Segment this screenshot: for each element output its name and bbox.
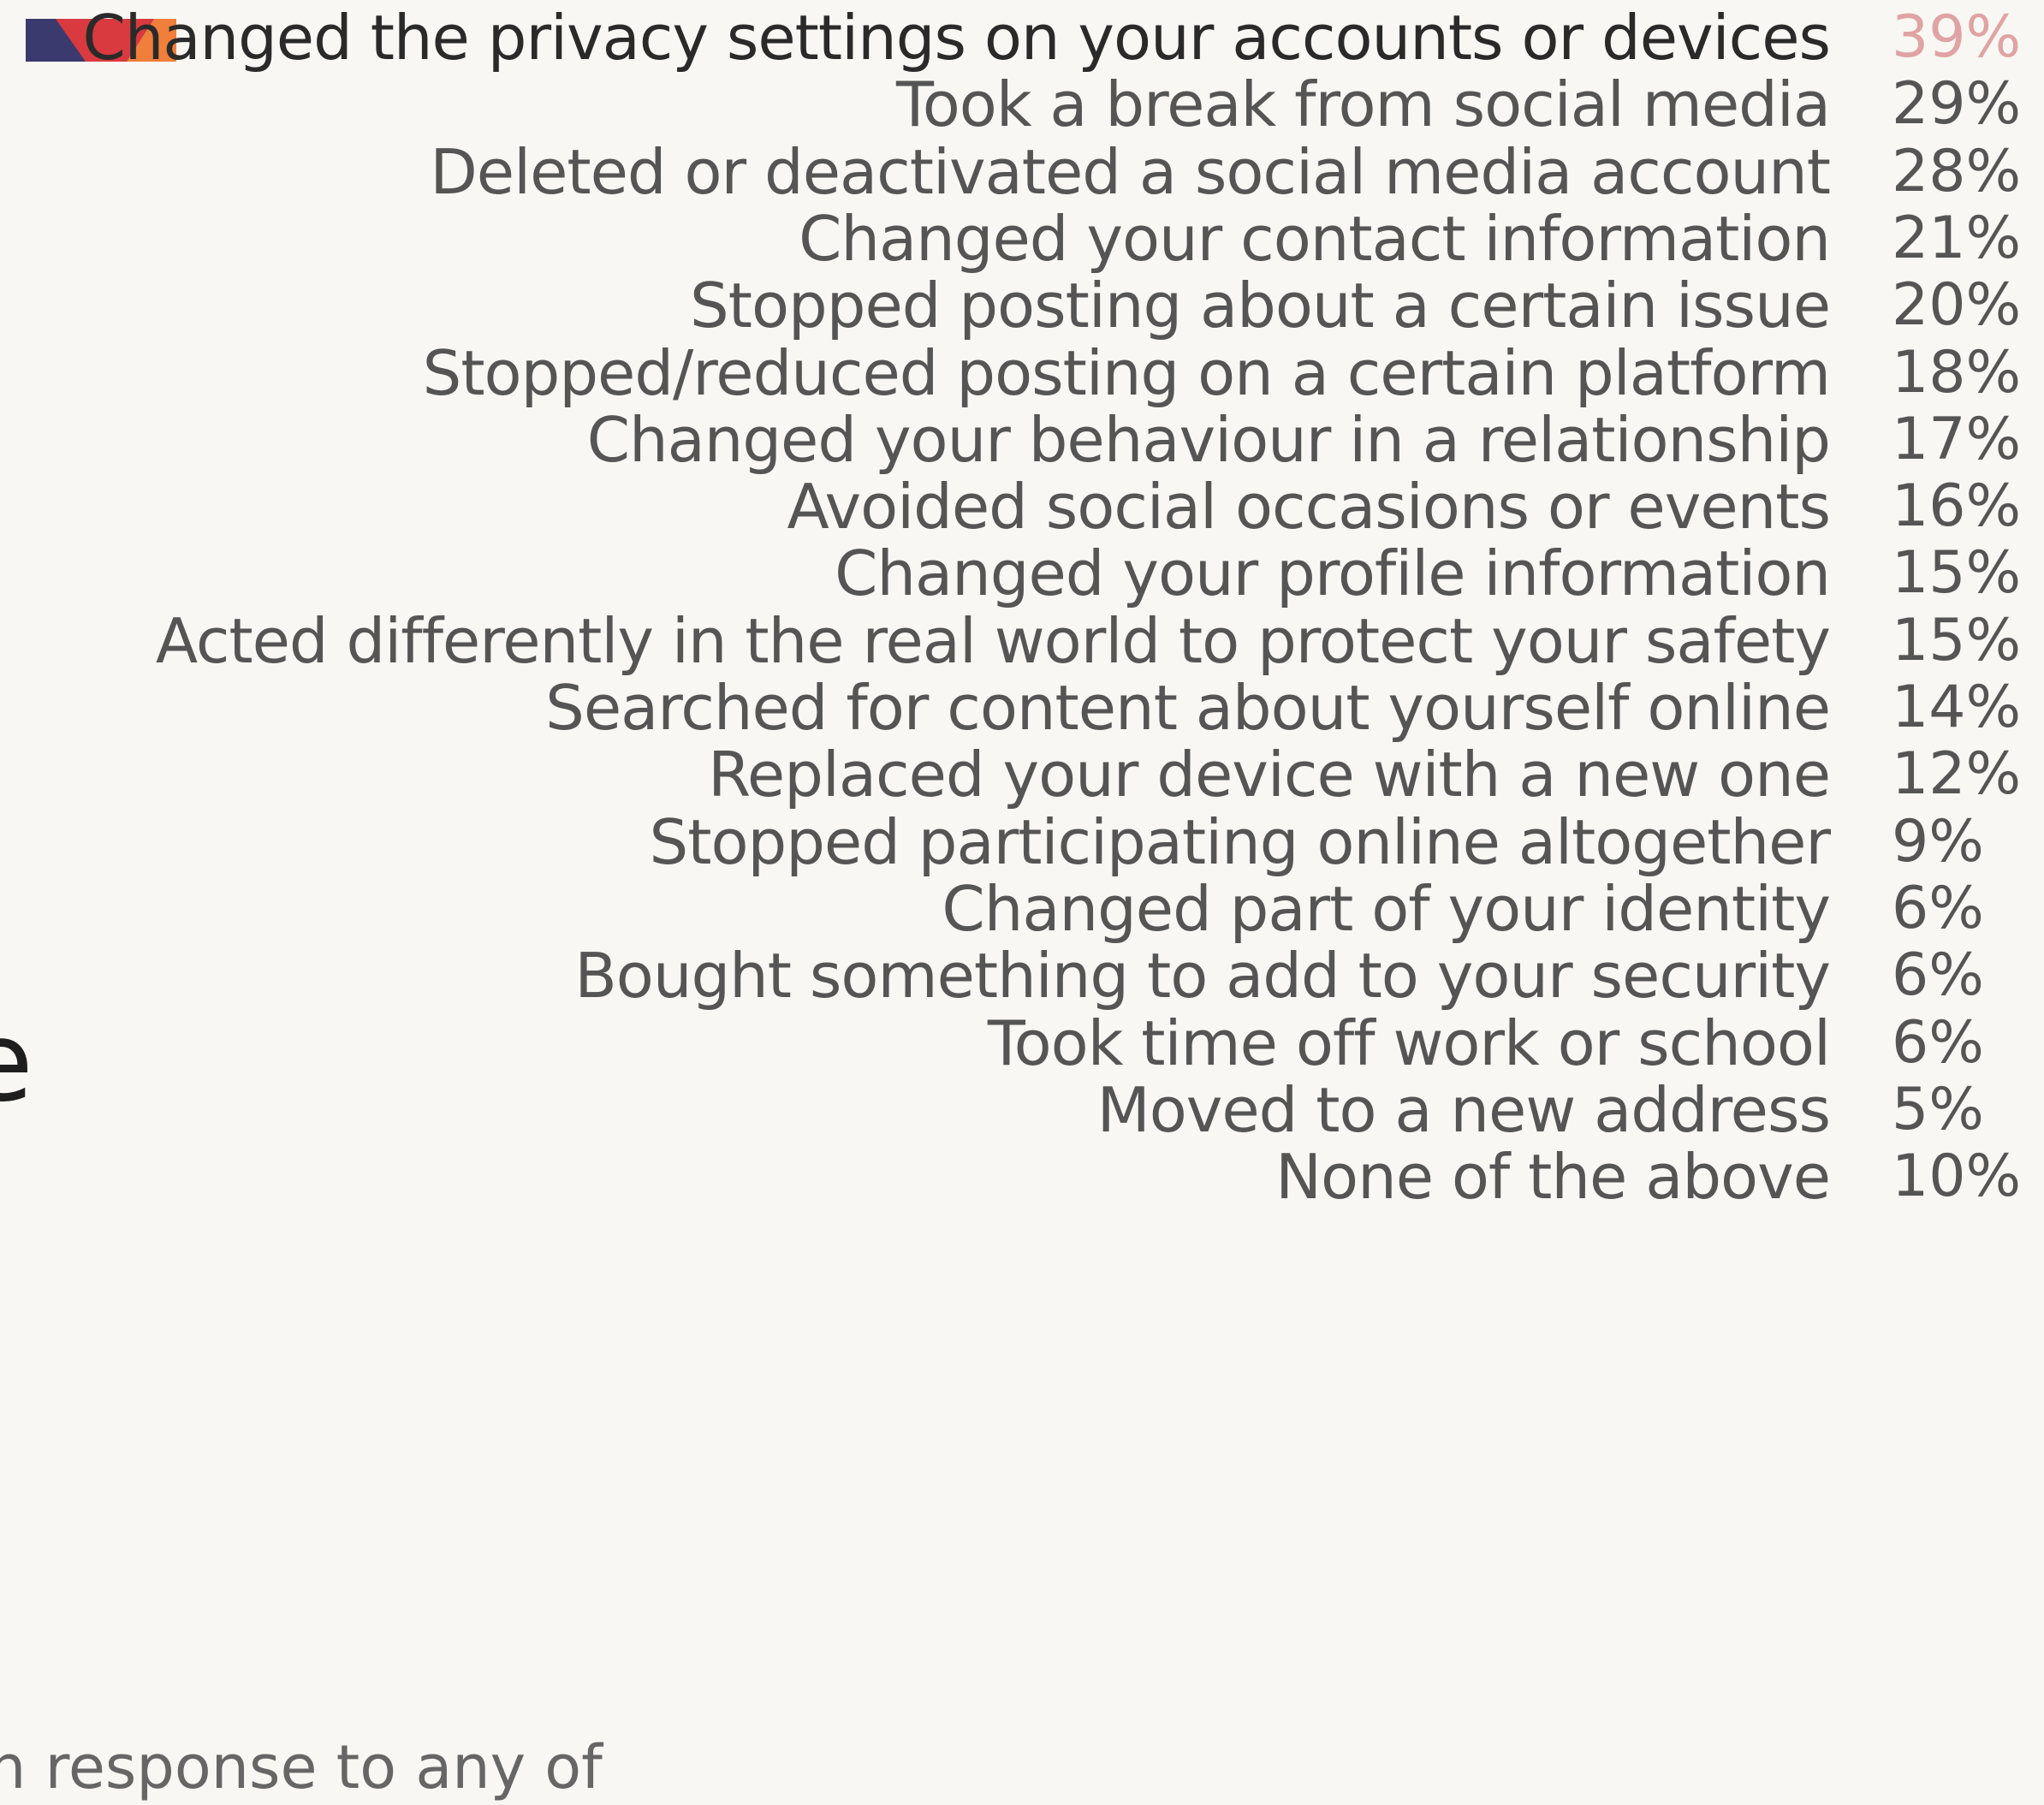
data-label: 5% [1892, 1075, 1984, 1143]
data-label: 21% [1892, 204, 2022, 272]
data-label: 12% [1892, 740, 2022, 809]
bar-label: Stopped posting about a certain issue [690, 270, 1831, 342]
partial-body-text: n response to any of [0, 1732, 603, 1802]
bar-label: Changed part of your identity [942, 872, 1831, 945]
data-label: 10% [1892, 1143, 2022, 1211]
data-label: 6% [1892, 874, 1984, 942]
bar-label: Replaced your device with a new one [708, 739, 1831, 811]
data-label: 9% [1892, 807, 1984, 876]
bar-label: Moved to a new address [1096, 1073, 1831, 1146]
data-label: 15% [1892, 539, 2022, 608]
partial-heading-text: e [0, 1008, 33, 1118]
bar-label: Stopped participating online altogether [649, 805, 1831, 878]
chart: Changed the privacy settings on your acc… [0, 0, 2044, 1805]
bar-label: Took time off work or school [987, 1006, 1831, 1079]
bar-label: Acted differently in the real world to p… [155, 604, 1831, 677]
data-label: 29% [1892, 70, 2022, 139]
bar-label: Deleted or deactivated a social media ac… [430, 135, 1831, 208]
bar-label: Searched for content about yourself onli… [545, 672, 1831, 744]
bar-label: Changed your behaviour in a relationship [586, 403, 1831, 476]
bar-label: Took a break from social media [895, 68, 1831, 141]
data-label: 28% [1892, 137, 2022, 205]
data-label: 15% [1892, 606, 2022, 674]
data-label: 14% [1892, 674, 2022, 741]
data-label: 39% [1892, 3, 2022, 71]
data-label: 6% [1892, 941, 1984, 1010]
bar-label: Changed your profile information [835, 537, 1831, 610]
data-label: 20% [1892, 271, 2022, 340]
data-label: 18% [1892, 338, 2022, 407]
bar-label: Bought something to add to your security [574, 940, 1831, 1012]
bar-label: Avoided social occasions or events [787, 471, 1831, 543]
data-label: 16% [1892, 472, 2022, 541]
bar-label: Stopped/reduced posting on a certain pla… [422, 336, 1831, 409]
bar-label: Changed the privacy settings on your acc… [82, 2, 1831, 74]
bar-label: Changed your contact information [799, 202, 1831, 275]
data-label: 17% [1892, 405, 2022, 473]
bar-label: None of the above [1275, 1141, 1831, 1214]
data-label: 6% [1892, 1008, 1984, 1077]
